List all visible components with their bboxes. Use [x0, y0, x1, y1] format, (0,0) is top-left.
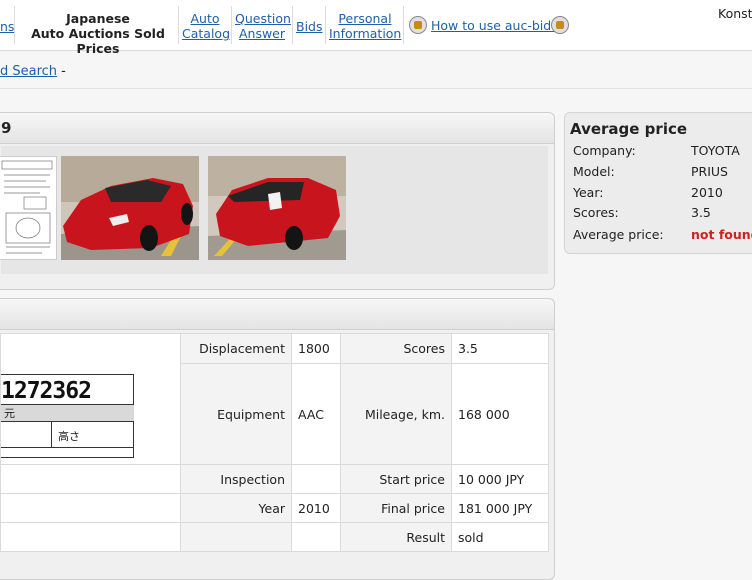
site-title: Japanese Auto Auctions Sold Prices: [18, 11, 178, 56]
avg-company-value: TOYOTA: [691, 143, 740, 158]
table-row: Inspection Start price 10 000 JPY: [0, 464, 549, 494]
auction-sheet-crop-cell: 1272362 元 高さ: [0, 333, 181, 465]
final-price-label: Final price: [340, 493, 452, 523]
sheet-shaded-row: [1, 404, 134, 422]
empty-cell: [0, 493, 181, 523]
year-value: 2010: [291, 493, 341, 523]
avg-company-label: Company:: [573, 143, 636, 158]
breadcrumb-search-link[interactable]: d Search: [0, 64, 57, 79]
equipment-label: Equipment: [180, 363, 292, 465]
avg-scores-label: Scores:: [573, 205, 619, 220]
mileage-value: 168 000: [451, 363, 549, 465]
nav-divider: [325, 6, 326, 44]
nav-auto-catalog-line2[interactable]: Catalog: [182, 26, 230, 41]
breadcrumb-separator: -: [57, 64, 66, 79]
photo-strip: [0, 146, 548, 274]
lot-panel-header: 9: [0, 113, 554, 144]
help-book-icon[interactable]: [551, 16, 569, 34]
nav-bids[interactable]: Bids: [296, 19, 323, 34]
inspection-value: [291, 464, 341, 494]
user-name[interactable]: Konst: [718, 6, 752, 21]
final-price-value: 181 000 JPY: [451, 493, 549, 523]
start-price-value: 10 000 JPY: [451, 464, 549, 494]
breadcrumb: d Search -: [0, 64, 66, 79]
nav-divider: [178, 6, 179, 44]
nav-divider: [292, 6, 293, 44]
result-value: sold: [451, 522, 549, 552]
nav-cut-link[interactable]: ns: [0, 19, 14, 34]
result-label: Result: [340, 522, 452, 552]
nav-question-answer[interactable]: Question Answer: [235, 11, 291, 41]
nav-divider: [14, 6, 15, 44]
nav-qa-line1[interactable]: Question: [235, 11, 291, 26]
sheet-cell-divider: [51, 421, 52, 447]
equipment-value: AAC: [291, 363, 341, 465]
empty-cell: [0, 464, 181, 494]
avg-scores-value: 3.5: [691, 205, 711, 220]
avg-price-value: not found: [691, 227, 752, 242]
nav-personal-information[interactable]: Personal Information: [329, 11, 401, 41]
lot-title: 9: [1, 119, 12, 137]
empty-cell: [180, 522, 292, 552]
auction-sheet-thumbnail[interactable]: [0, 156, 57, 260]
top-navigation: ns Japanese Auto Auctions Sold Prices Au…: [0, 0, 752, 56]
avg-price-label: Average price:: [573, 227, 664, 242]
table-row: 1272362 元 高さ Displacement 1800 Scores 3.…: [0, 332, 549, 465]
car-rear-image: [208, 156, 346, 260]
car-front-image: [61, 156, 199, 260]
nav-qa-line2[interactable]: Answer: [235, 26, 289, 41]
empty-cell: [0, 522, 181, 552]
nav-how-to-use[interactable]: How to use auc-bid?: [431, 18, 558, 33]
avg-model-label: Model:: [573, 164, 615, 179]
empty-cell: [291, 522, 341, 552]
auction-sheet-drawing: [1, 160, 53, 254]
displacement-label: Displacement: [180, 332, 292, 365]
mileage-label: Mileage, km.: [340, 363, 452, 465]
lot-photos-panel: 9: [0, 112, 555, 290]
sheet-line: [1, 447, 134, 448]
nav-divider: [231, 6, 232, 44]
sheet-char-2: 高さ: [58, 430, 80, 443]
sheet-char-1: 元: [4, 407, 15, 420]
year-label: Year: [180, 493, 292, 523]
nav-auto-catalog-line1[interactable]: Auto: [182, 11, 228, 26]
average-price-box: Average price Company: TOYOTA Model: PRI…: [564, 112, 752, 254]
car-photo-rear[interactable]: [208, 156, 346, 260]
table-row: Result sold: [0, 522, 549, 552]
avg-year-value: 2010: [691, 185, 723, 200]
site-title-line1: Japanese: [66, 11, 130, 26]
nav-auto-catalog[interactable]: Auto Catalog: [182, 11, 230, 41]
scores-value: 3.5: [451, 332, 549, 365]
displacement-value: 1800: [291, 332, 341, 365]
table-row: Year 2010 Final price 181 000 JPY: [0, 493, 549, 523]
sheet-lot-number: 1272362: [1, 378, 92, 404]
nav-divider: [403, 6, 404, 44]
site-title-line2: Auto Auctions Sold Prices: [31, 26, 165, 56]
help-book-icon[interactable]: [409, 16, 427, 34]
avg-year-label: Year:: [573, 185, 604, 200]
divider: [0, 88, 752, 89]
car-photo-front[interactable]: [61, 156, 199, 260]
average-price-title: Average price: [570, 120, 688, 138]
scores-label: Scores: [340, 332, 452, 365]
info-panel-header: [0, 299, 554, 330]
nav-personal-line1[interactable]: Personal: [329, 11, 401, 26]
nav-personal-line2[interactable]: Information: [329, 26, 401, 41]
inspection-label: Inspection: [180, 464, 292, 494]
auction-sheet-crop[interactable]: 1272362 元 高さ: [1, 334, 180, 464]
lot-info-table: 1272362 元 高さ Displacement 1800 Scores 3.…: [0, 332, 549, 552]
avg-model-value: PRIUS: [691, 164, 728, 179]
start-price-label: Start price: [340, 464, 452, 494]
